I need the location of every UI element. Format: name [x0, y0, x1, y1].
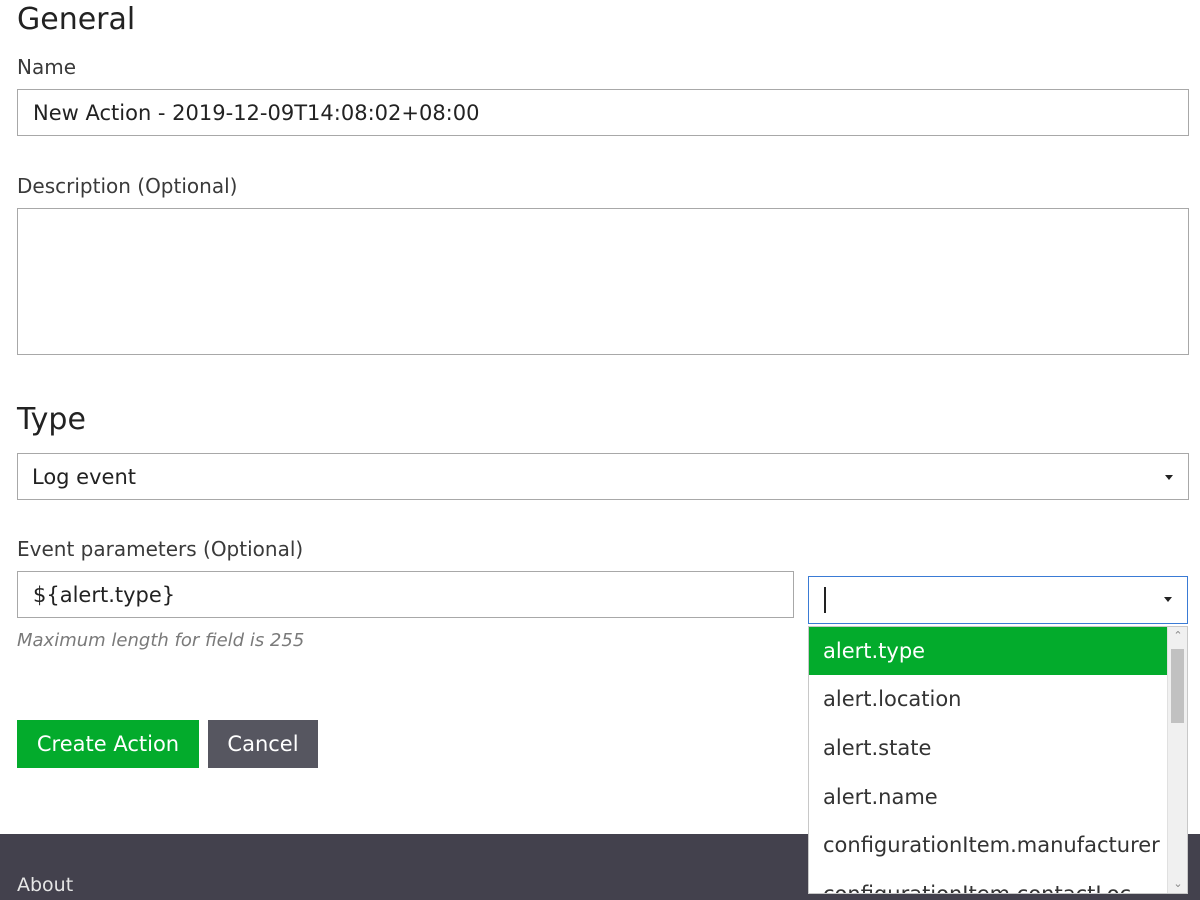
chevron-down-icon[interactable]	[1164, 597, 1172, 602]
parameter-combobox[interactable]	[808, 576, 1188, 624]
type-select[interactable]: Log event	[17, 453, 1189, 500]
chevron-down-icon	[1165, 475, 1173, 480]
text-cursor	[824, 587, 826, 613]
scroll-down-icon[interactable]: ⌄	[1168, 875, 1187, 893]
name-label: Name	[17, 55, 77, 79]
max-length-hint: Maximum length for field is 255	[17, 630, 305, 651]
option-label: alert.name	[823, 785, 938, 809]
description-label: Description (Optional)	[17, 174, 238, 198]
dropdown-option[interactable]: alert.type	[809, 627, 1167, 675]
parameter-dropdown-list: alert.type alert.location alert.state al…	[808, 626, 1188, 894]
option-label: configurationItem.manufacturer	[823, 833, 1160, 857]
option-label: alert.type	[823, 639, 926, 663]
dropdown-option[interactable]: alert.location	[809, 675, 1167, 723]
type-select-value: Log event	[32, 464, 136, 489]
about-link[interactable]: About	[17, 874, 73, 896]
option-label: alert.state	[823, 736, 932, 760]
name-input-value: New Action - 2019-12-09T14:08:02+08:00	[33, 100, 480, 125]
cancel-button[interactable]: Cancel	[208, 720, 318, 768]
dropdown-option[interactable]: configurationItem.contactLoc	[809, 870, 1167, 894]
dropdown-option[interactable]: configurationItem.manufacturer	[809, 821, 1167, 869]
create-action-button[interactable]: Create Action	[17, 720, 199, 768]
event-parameters-value: ${alert.type}	[33, 582, 176, 607]
event-parameters-label: Event parameters (Optional)	[17, 537, 304, 561]
scrollbar-thumb[interactable]	[1171, 649, 1184, 723]
scroll-up-icon[interactable]: ⌃	[1168, 627, 1187, 645]
dropdown-scrollbar[interactable]: ⌃ ⌄	[1167, 627, 1187, 893]
create-action-page: General Name New Action - 2019-12-09T14:…	[0, 0, 1200, 900]
type-heading: Type	[17, 402, 86, 437]
name-input[interactable]: New Action - 2019-12-09T14:08:02+08:00	[17, 89, 1189, 136]
general-heading: General	[17, 2, 136, 37]
option-label: configurationItem.contactLoc	[823, 882, 1132, 894]
option-label: alert.location	[823, 687, 962, 711]
dropdown-option[interactable]: alert.state	[809, 724, 1167, 772]
description-textarea[interactable]	[17, 208, 1189, 355]
event-parameters-input[interactable]: ${alert.type}	[17, 571, 794, 618]
dropdown-option[interactable]: alert.name	[809, 773, 1167, 821]
